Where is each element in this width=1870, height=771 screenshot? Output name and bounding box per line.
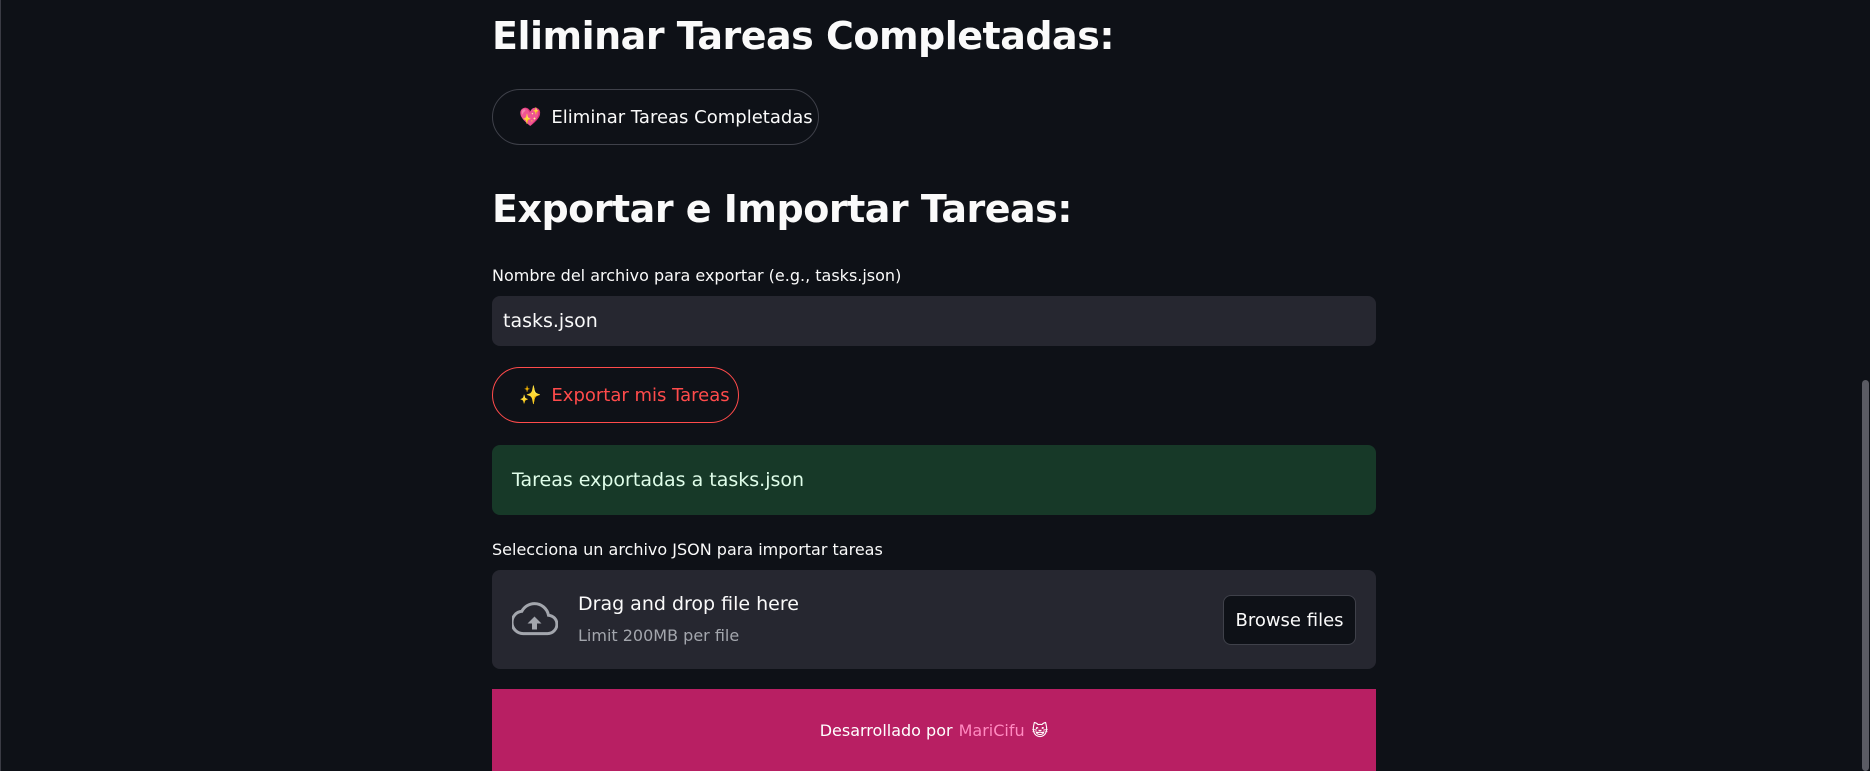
footer-prefix-text: Desarrollado por	[819, 720, 953, 740]
cloud-upload-icon	[512, 602, 558, 636]
footer-author-link[interactable]: MariCifu	[959, 721, 1025, 740]
export-success-alert: Tareas exportadas a tasks.json	[492, 445, 1376, 515]
sparkling-heart-icon: 💖	[519, 106, 542, 128]
dropzone-limit-text: Limit 200MB per file	[578, 626, 740, 645]
cat-face-icon: 😺	[1031, 720, 1049, 740]
import-file-label: Selecciona un archivo JSON para importar…	[492, 540, 883, 559]
app-window: Eliminar Tareas Completadas: 💖 Eliminar …	[0, 0, 1870, 771]
export-success-message: Tareas exportadas a tasks.json	[512, 469, 805, 491]
file-dropzone[interactable]: Drag and drop file here Limit 200MB per …	[492, 570, 1376, 669]
browse-files-button[interactable]: Browse files	[1223, 595, 1356, 645]
export-filename-label: Nombre del archivo para exportar (e.g., …	[492, 266, 902, 285]
delete-completed-button[interactable]: 💖 Eliminar Tareas Completadas	[492, 89, 819, 145]
delete-completed-button-label: Eliminar Tareas Completadas	[551, 106, 813, 128]
export-tasks-button-label: Exportar mis Tareas	[551, 384, 730, 406]
export-filename-input[interactable]	[492, 296, 1376, 346]
scrollbar-thumb[interactable]	[1862, 380, 1869, 771]
sparkles-icon: ✨	[519, 384, 542, 406]
dropzone-title: Drag and drop file here	[578, 593, 799, 615]
footer-banner: Desarrollado por MariCifu 😺	[492, 689, 1376, 771]
delete-section-heading: Eliminar Tareas Completadas:	[492, 14, 1115, 58]
vertical-scrollbar[interactable]	[1861, 0, 1870, 771]
export-tasks-button[interactable]: ✨ Exportar mis Tareas	[492, 367, 739, 423]
export-import-section-heading: Exportar e Importar Tareas:	[492, 187, 1073, 231]
